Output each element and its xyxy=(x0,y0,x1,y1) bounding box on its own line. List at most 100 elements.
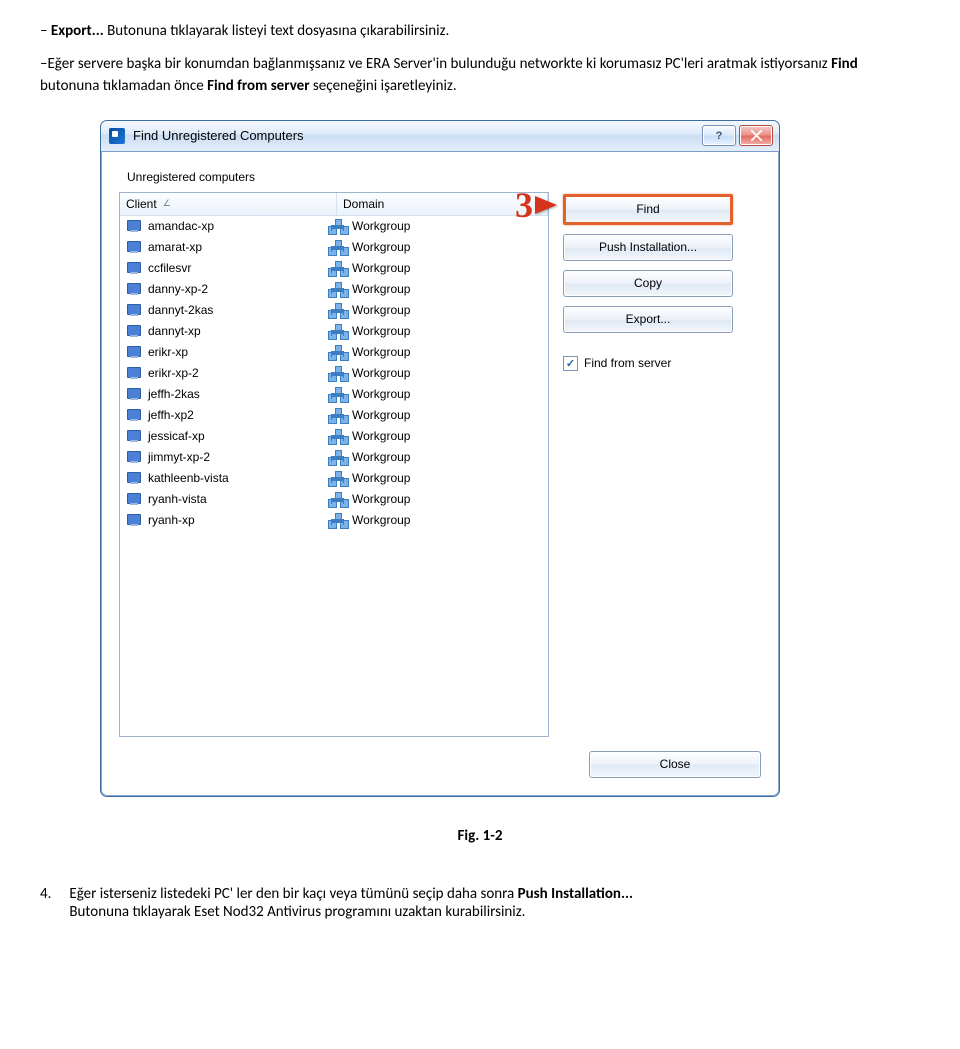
table-row[interactable]: jeffh-xp2 Workgroup xyxy=(120,405,548,426)
column-domain-label: Domain xyxy=(343,197,384,211)
computer-icon xyxy=(126,304,142,316)
computer-icon xyxy=(126,346,142,358)
client-name: amandac-xp xyxy=(148,219,214,233)
computer-icon xyxy=(126,409,142,421)
table-row[interactable]: amandac-xp Workgroup xyxy=(120,216,548,237)
computer-icon xyxy=(126,514,142,526)
table-row[interactable]: kathleenb-vista Workgroup xyxy=(120,468,548,489)
find-button[interactable]: Find xyxy=(563,194,733,225)
step-number: 4. xyxy=(40,885,51,921)
network-icon xyxy=(330,387,346,401)
computer-icon xyxy=(126,451,142,463)
domain-name: Workgroup xyxy=(352,261,410,275)
network-icon xyxy=(330,240,346,254)
table-row[interactable]: dannyt-xp Workgroup xyxy=(120,321,548,342)
titlebar[interactable]: Find Unregistered Computers xyxy=(101,121,779,152)
window-title: Find Unregistered Computers xyxy=(133,128,702,143)
table-row[interactable]: jessicaf-xpWorkgroup xyxy=(120,426,548,447)
computers-list[interactable]: Client ∠ Domain amandac-xp Workgroup amara… xyxy=(119,192,549,737)
callout-step-3: 3 xyxy=(515,184,557,226)
network-icon xyxy=(330,366,346,380)
close-window-button[interactable] xyxy=(739,125,773,146)
domain-name: Workgroup xyxy=(352,492,410,506)
domain-name: Workgroup xyxy=(352,471,410,485)
checkbox-label: Find from server xyxy=(584,356,671,370)
find-from-server-option[interactable]: Find from server xyxy=(563,356,733,371)
sort-asc-icon: ∠ xyxy=(163,198,171,209)
domain-name: Workgroup xyxy=(352,324,410,338)
network-icon xyxy=(330,261,346,275)
client-name: ryanh-vista xyxy=(148,492,207,506)
copy-button[interactable]: Copy xyxy=(563,270,733,297)
network-icon xyxy=(330,303,346,317)
table-row[interactable]: danny-xp-2 Workgroup xyxy=(120,279,548,300)
client-name: kathleenb-vista xyxy=(148,471,229,485)
network-icon xyxy=(330,345,346,359)
computer-icon xyxy=(126,262,142,274)
table-row[interactable]: amarat-xpWorkgroup xyxy=(120,237,548,258)
client-name: jessicaf-xp xyxy=(148,429,205,443)
domain-name: Workgroup xyxy=(352,282,410,296)
table-row[interactable]: ccfilesvr Workgroup xyxy=(120,258,548,279)
network-icon xyxy=(330,282,346,296)
client-name: dannyt-2kas xyxy=(148,303,213,317)
client-name: jeffh-2kas xyxy=(148,387,200,401)
network-icon xyxy=(330,450,346,464)
domain-name: Workgroup xyxy=(352,366,410,380)
client-name: jeffh-xp2 xyxy=(148,408,194,422)
push-installation-button[interactable]: Push Installation... xyxy=(563,234,733,261)
network-icon xyxy=(330,492,346,506)
domain-name: Workgroup xyxy=(352,408,410,422)
client-name: ccfilesvr xyxy=(148,261,191,275)
computer-icon xyxy=(126,367,142,379)
group-label: Unregistered computers xyxy=(127,170,761,184)
column-client[interactable]: Client ∠ xyxy=(120,193,337,215)
computer-icon xyxy=(126,430,142,442)
client-name: dannyt-xp xyxy=(148,324,201,338)
domain-name: Workgroup xyxy=(352,303,410,317)
network-icon xyxy=(330,513,346,527)
client-name: amarat-xp xyxy=(148,240,202,254)
table-row[interactable]: erikr-xp Workgroup xyxy=(120,342,548,363)
export-button[interactable]: Export... xyxy=(563,306,733,333)
table-row[interactable]: ryanh-vista Workgroup xyxy=(120,489,548,510)
client-name: erikr-xp xyxy=(148,345,188,359)
computer-icon xyxy=(126,493,142,505)
network-icon xyxy=(330,408,346,422)
network-icon xyxy=(330,324,346,338)
domain-name: Workgroup xyxy=(352,387,410,401)
domain-name: Workgroup xyxy=(352,513,410,527)
table-row[interactable]: erikr-xp-2 Workgroup xyxy=(120,363,548,384)
client-name: ryanh-xp xyxy=(148,513,195,527)
column-client-label: Client xyxy=(126,197,157,211)
domain-name: Workgroup xyxy=(352,345,410,359)
client-name: danny-xp-2 xyxy=(148,282,208,296)
client-name: jimmyt-xp-2 xyxy=(148,450,210,464)
table-row[interactable]: ryanh-xp Workgroup xyxy=(120,510,548,531)
computer-icon xyxy=(126,283,142,295)
table-row[interactable]: jimmyt-xp-2 Workgroup xyxy=(120,447,548,468)
callout-number: 3 xyxy=(515,184,533,226)
arrow-right-icon xyxy=(535,196,557,214)
help-button[interactable] xyxy=(702,125,736,146)
computer-icon xyxy=(126,472,142,484)
computer-icon xyxy=(126,388,142,400)
network-icon xyxy=(330,429,346,443)
figure-label: Fig. 1-2 xyxy=(40,827,920,845)
domain-name: Workgroup xyxy=(352,219,410,233)
find-unregistered-dialog: Find Unregistered Computers Unregistered… xyxy=(100,120,780,797)
table-row[interactable]: jeffh-2kas Workgroup xyxy=(120,384,548,405)
close-button[interactable]: Close xyxy=(589,751,761,778)
computer-icon xyxy=(126,220,142,232)
computer-icon xyxy=(126,241,142,253)
computer-icon xyxy=(126,325,142,337)
app-icon xyxy=(109,128,125,144)
checkbox-checked-icon[interactable] xyxy=(563,356,578,371)
doc-line-1: – Export... Butonuna tıklayarak listeyi … xyxy=(40,20,920,43)
domain-name: Workgroup xyxy=(352,450,410,464)
network-icon xyxy=(330,219,346,233)
network-icon xyxy=(330,471,346,485)
list-header[interactable]: Client ∠ Domain xyxy=(120,193,548,216)
client-name: erikr-xp-2 xyxy=(148,366,199,380)
table-row[interactable]: dannyt-2kas Workgroup xyxy=(120,300,548,321)
